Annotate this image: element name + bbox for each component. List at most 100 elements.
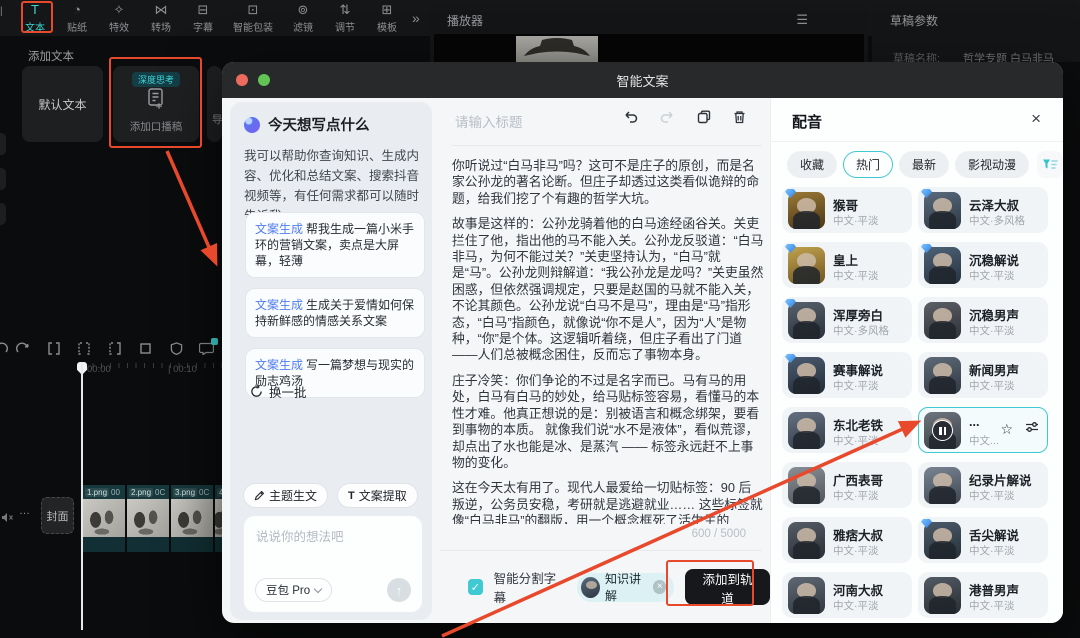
toolbar-tab[interactable]: ⊚ 滤镜 bbox=[282, 3, 324, 34]
voice-item[interactable]: 河南大叔 中文·平淡 ☆ bbox=[782, 572, 912, 618]
dialog-titlebar[interactable]: 智能文案 bbox=[222, 62, 1063, 98]
pause-button[interactable] bbox=[932, 420, 953, 441]
track-mute-icon[interactable] bbox=[1, 510, 14, 528]
toolbar-tab-label: 模板 bbox=[377, 19, 397, 34]
smart-split-checkbox[interactable]: ✓ bbox=[468, 579, 483, 595]
toolbar-tab[interactable]: ◔ 贴纸 bbox=[56, 3, 98, 34]
toolbar-tab[interactable]: T 文本 bbox=[14, 3, 56, 34]
voice-settings-icon[interactable] bbox=[1025, 420, 1039, 438]
voice-avatar bbox=[788, 522, 825, 559]
suggestion-list: 文案生成帮我生成一篇小米手环的营销文案，卖点是大屏幕，轻薄 文案生成生成关于爱情… bbox=[245, 212, 425, 398]
timeline-clip[interactable]: 2.png 0C bbox=[127, 485, 169, 552]
voice-avatar bbox=[788, 192, 825, 229]
editor-footer: ✓ 智能分割字幕 知识讲解 × 添加到轨道 bbox=[432, 551, 770, 623]
timeline-clip[interactable]: 1.png 00 bbox=[83, 485, 125, 552]
toolbar-tab[interactable]: ⊡ 智能包装 bbox=[224, 3, 282, 34]
copy-extract-button[interactable]: T 文案提取 bbox=[337, 483, 418, 508]
voice-item[interactable]: 浑厚旁白 中文·多风格 ☆ bbox=[782, 297, 912, 343]
copy-text-area[interactable]: 你听说过“白马非马”吗？这可不是庄子的原创，而是名家公孙龙的著名论断。但庄子却透… bbox=[452, 158, 764, 524]
model-selector[interactable]: 豆包 Pro bbox=[255, 578, 332, 602]
close-icon[interactable]: × bbox=[1031, 109, 1041, 129]
dubbing-tab[interactable]: 最新 bbox=[899, 151, 949, 178]
voice-item[interactable]: 广西表哥 中文·平淡 ☆ bbox=[782, 462, 912, 508]
timeline-clips: 1.png 00 2.png 0C 3.png 0C bbox=[83, 485, 222, 552]
add-to-track-button[interactable]: 添加到轨道 bbox=[685, 569, 770, 605]
voice-chip-label: 知识讲解 bbox=[605, 570, 648, 604]
selected-voice-chip[interactable]: 知识讲解 × bbox=[577, 573, 674, 602]
voice-item[interactable]: 赛事解说 中文·平淡 ☆ bbox=[782, 352, 912, 398]
voice-item[interactable]: 新闻男声 中文·平淡 ☆ bbox=[918, 352, 1048, 398]
text-icon: T bbox=[348, 490, 355, 502]
toolbar-expand-icon[interactable]: » bbox=[412, 10, 420, 26]
track-more-icon[interactable]: … bbox=[19, 505, 31, 517]
clip-duration: 0C bbox=[199, 488, 209, 497]
voice-item[interactable]: 东北老铁 中文·平淡 ☆ bbox=[782, 407, 912, 453]
add-speech-draft-card[interactable]: 深度思考 添加口播稿 bbox=[113, 66, 199, 142]
notification-badge bbox=[211, 338, 218, 345]
playhead-line[interactable] bbox=[81, 362, 83, 630]
filter-button[interactable] bbox=[1037, 151, 1063, 178]
voice-item[interactable]: 皇上 中文·平淡 ☆ bbox=[782, 242, 912, 288]
toolbar-tab[interactable]: ⇅ 调节 bbox=[324, 3, 366, 34]
default-text-card[interactable]: 默认文本 bbox=[22, 66, 103, 142]
clip-footer bbox=[127, 537, 169, 552]
voice-item[interactable]: 雅痞大叔 中文·平淡 ☆ bbox=[782, 517, 912, 563]
toolbar-tab-label: 字幕 bbox=[193, 19, 213, 34]
shield-icon[interactable] bbox=[161, 342, 192, 355]
clip-thumbnail bbox=[127, 499, 169, 537]
voice-language-style: 中文·平淡 bbox=[833, 598, 879, 613]
suggestion-card[interactable]: 文案生成帮我生成一篇小米手环的营销文案，卖点是大屏幕，轻薄 bbox=[245, 212, 425, 278]
voice-item[interactable]: 猴哥 中文·平淡 ☆ bbox=[782, 187, 912, 233]
clip-duration: 00 bbox=[111, 488, 120, 497]
toolbar-tab[interactable]: ⊞ 模板 bbox=[366, 3, 408, 34]
prompt-input[interactable]: 说说你的想法吧 豆包 Pro ↑ bbox=[243, 515, 423, 613]
dubbing-tab[interactable]: 热门 bbox=[843, 151, 893, 178]
timeline-clip[interactable]: 3.png 0C bbox=[171, 485, 213, 552]
dubbing-panel: 配音 × 收藏 热门 最新 影视动漫 ▼ bbox=[770, 98, 1063, 623]
voice-language-style: 中文·平淡 bbox=[833, 213, 879, 228]
refresh-suggestions-button[interactable]: 换一批 bbox=[250, 382, 307, 401]
send-button[interactable]: ↑ bbox=[387, 578, 411, 602]
redo-icon[interactable] bbox=[660, 111, 675, 124]
sidebar-sliver bbox=[0, 203, 6, 225]
suggestion-card[interactable]: 文案生成生成关于爱情如何保持新鲜感的情感关系文案 bbox=[245, 288, 425, 338]
player-menu-icon[interactable]: ☰ bbox=[796, 12, 808, 28]
voice-item[interactable]: 港普男声 中文·平淡 ☆ bbox=[918, 572, 1048, 618]
undo-icon[interactable] bbox=[623, 111, 638, 124]
voice-item[interactable]: 云泽大叔 中文·多风格 ☆ bbox=[918, 187, 1048, 233]
remove-voice-icon[interactable]: × bbox=[653, 580, 666, 594]
voice-name: 纪录片解说 bbox=[969, 470, 1032, 489]
theme-to-text-button[interactable]: 主题生文 bbox=[243, 483, 328, 508]
caption-chat-icon[interactable] bbox=[191, 342, 222, 355]
split-icon[interactable] bbox=[39, 342, 70, 355]
voice-language-style: 中文·多风格 bbox=[833, 323, 889, 338]
pen-icon bbox=[254, 490, 265, 501]
voice-name: 沉稳解说 bbox=[969, 250, 1019, 269]
cover-button[interactable]: 封面 bbox=[41, 497, 74, 534]
voice-avatar bbox=[788, 467, 825, 504]
voice-item[interactable]: 纪录片解说 中文·平淡 ☆ bbox=[918, 462, 1048, 508]
timeline-ruler[interactable]: 00:00 | 00:10 bbox=[84, 362, 222, 376]
voice-item[interactable]: ... 中文... ☆ bbox=[918, 407, 1048, 453]
crop-icon[interactable] bbox=[130, 342, 161, 355]
dubbing-tab[interactable]: 收藏 bbox=[787, 151, 837, 178]
voice-item[interactable]: 舌尖解说 中文·平淡 ☆ bbox=[918, 517, 1048, 563]
voice-item[interactable]: 沉稳解说 中文·平淡 ☆ bbox=[918, 242, 1048, 288]
split-right-icon[interactable] bbox=[100, 342, 131, 355]
undo-icon[interactable] bbox=[0, 342, 8, 354]
toolbar-tab-icon: ⋈ bbox=[155, 3, 168, 17]
redo-icon[interactable] bbox=[8, 342, 39, 354]
voice-item[interactable]: 沉稳男声 中文·平淡 ☆ bbox=[918, 297, 1048, 343]
title-input[interactable]: 请输入标题 bbox=[455, 111, 523, 131]
dubbing-tab[interactable]: 影视动漫 bbox=[955, 151, 1029, 178]
assistant-panel: 今天想写点什么 我可以帮助你查询知识、生成内容、优化和总结文案、搜索抖音视频等，… bbox=[230, 102, 432, 620]
delete-icon[interactable] bbox=[733, 110, 746, 124]
timeline-clip[interactable]: 4 bbox=[215, 485, 222, 552]
toolbar-tab[interactable]: ⊟ 字幕 bbox=[182, 3, 224, 34]
copy-editor-panel: 请输入标题 你听说过“白马非马”吗？这可不是庄子的原创，而是名家公孙龙的著名论断… bbox=[432, 98, 770, 623]
favorite-star-icon[interactable]: ☆ bbox=[1000, 422, 1013, 436]
copy-icon[interactable] bbox=[697, 110, 711, 124]
toolbar-tab[interactable]: ⋈ 转场 bbox=[140, 3, 182, 34]
toolbar-tab[interactable]: ✧ 特效 bbox=[98, 3, 140, 34]
split-left-icon[interactable] bbox=[69, 342, 100, 355]
